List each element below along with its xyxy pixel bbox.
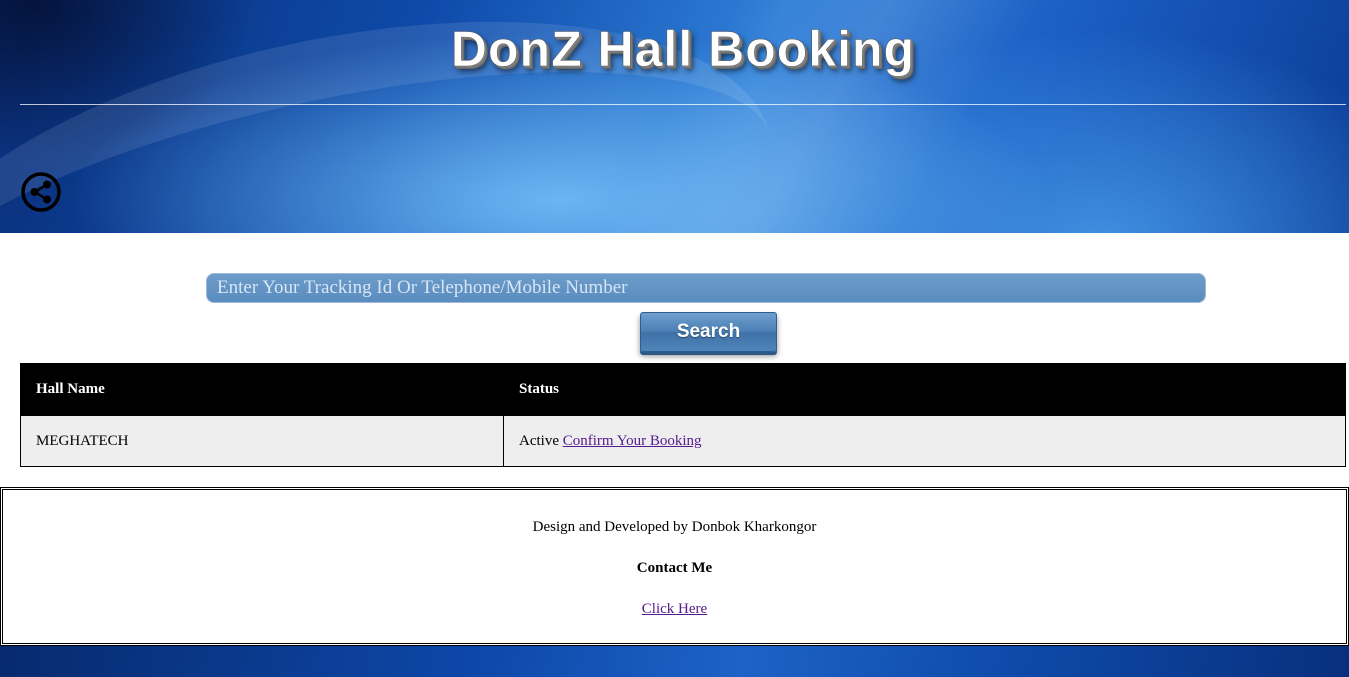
footer: Design and Developed by Donbok Kharkongo… — [0, 487, 1349, 646]
title-divider — [20, 104, 1346, 105]
confirm-booking-link[interactable]: Confirm Your Booking — [563, 433, 702, 449]
tracking-search-input[interactable] — [206, 273, 1206, 303]
column-header-status: Status — [503, 363, 1346, 416]
header-banner: DonZ Hall Booking — [0, 0, 1349, 233]
status-cell: Active Confirm Your Booking — [503, 415, 1346, 467]
share-icon-graphic — [21, 172, 61, 212]
contact-link[interactable]: Click Here — [642, 601, 707, 617]
contact-heading: Contact Me — [636, 560, 713, 576]
share-icon[interactable] — [21, 172, 61, 212]
booking-status-table: Hall Name Status MEGHATECH Active Confir… — [20, 363, 1346, 467]
search-button[interactable]: Search — [640, 312, 777, 352]
site-title: DonZ Hall Booking — [450, 21, 916, 78]
table-header-row: Hall Name Status — [20, 363, 1346, 416]
column-header-hall-name: Hall Name — [20, 363, 504, 416]
main-content: Search Hall Name Status MEGHATECH Active… — [0, 233, 1349, 487]
developer-credit: Design and Developed by Donbok Kharkongo… — [532, 519, 817, 535]
table-row: MEGHATECH Active Confirm Your Booking — [20, 415, 1346, 467]
status-text: Active — [519, 432, 559, 449]
bottom-banner — [0, 646, 1349, 677]
hall-name-cell: MEGHATECH — [20, 415, 504, 467]
